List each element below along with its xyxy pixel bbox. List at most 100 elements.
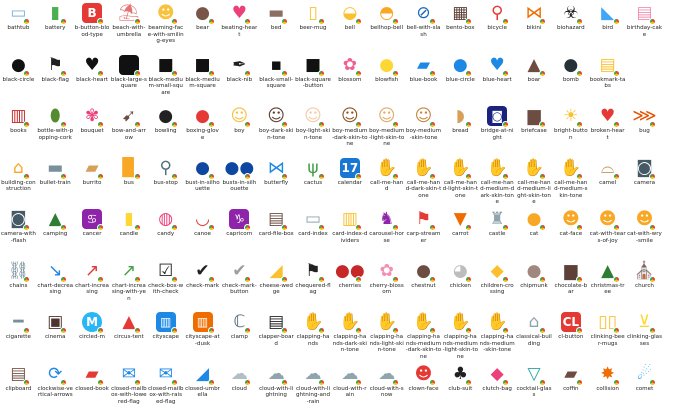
emoji-cell[interactable]: ⟳ clockwise-vertical-arrows [37, 361, 74, 412]
emoji-cell[interactable]: ▤ bookmark-tabs [589, 52, 626, 104]
emoji-cell[interactable]: ✿ blossom [331, 52, 368, 104]
emoji-cell[interactable]: ● cat [516, 206, 553, 258]
emoji-cell[interactable]: ●● cherries [331, 258, 368, 310]
emoji-cell[interactable]: ◓ bellhop-bell [368, 0, 405, 52]
emoji-cell[interactable]: ☁ cloud-with-lightning-and-rain [295, 361, 332, 412]
emoji-cell[interactable]: ☑ check-box-with-check [147, 258, 184, 310]
emoji-cell[interactable]: ◡ canoe [184, 206, 221, 258]
emoji-cell[interactable]: ◒ bell [331, 0, 368, 52]
emoji-cell[interactable]: ● bust-in-silhouette [184, 155, 221, 207]
emoji-cell[interactable]: ■ black-medium-small-square [147, 52, 184, 104]
emoji-cell[interactable]: ✒ black-nib [221, 52, 258, 104]
emoji-cell[interactable]: ✔ check-mark-button [221, 258, 258, 310]
emoji-cell[interactable]: ● bear [184, 0, 221, 52]
emoji-cell[interactable]: ✋ clapping-hands-light-skin-tone [368, 309, 405, 361]
emoji-cell[interactable]: ♞ carousel-horse [368, 206, 405, 258]
emoji-cell[interactable]: ✔ check-mark [184, 258, 221, 310]
emoji-cell[interactable]: ✋ clapping-hands-dark-skin-tone [331, 309, 368, 361]
emoji-cell[interactable]: ▬ bed [258, 0, 295, 52]
emoji-cell[interactable]: ◙ camera [626, 155, 663, 207]
emoji-cell[interactable]: ☺ boy [221, 103, 258, 155]
emoji-cell[interactable]: ⋙ bug [626, 103, 663, 155]
emoji-cell[interactable]: ⚲ bicycle [479, 0, 516, 52]
emoji-cell[interactable]: ☀ bright-button [552, 103, 589, 155]
emoji-cell[interactable]: ● chestnut [405, 258, 442, 310]
emoji-cell[interactable]: ☣ biohazard [552, 0, 589, 52]
emoji-cell[interactable]: ⋈ bikini [516, 0, 553, 52]
emoji-cell[interactable]: ⛪ church [626, 258, 663, 310]
emoji-cell[interactable]: ▤ birthday-cake [626, 0, 663, 52]
emoji-cell[interactable]: ⛓ chains [0, 258, 37, 310]
emoji-cell[interactable]: ▉ bus [110, 155, 147, 207]
emoji-cell[interactable]: ✋ call-me-hand-dark-skin-tone [405, 155, 442, 207]
emoji-cell[interactable]: CL cl-button [552, 309, 589, 361]
emoji-cell[interactable]: ♥ black-heart [74, 52, 111, 104]
emoji-cell[interactable]: ☁ cloud [221, 361, 258, 412]
emoji-cell[interactable]: ✉ closed-mailbox-with-lowered-flag [110, 361, 147, 412]
emoji-cell[interactable]: ▪ black-small-square [258, 52, 295, 104]
emoji-cell[interactable]: ◗ bread [442, 103, 479, 155]
emoji-cell[interactable]: ✋ clapping-hands-medium-dark-skin-tone [405, 309, 442, 361]
emoji-cell[interactable]: ▯▯ clinking-beer-mugs [589, 309, 626, 361]
emoji-cell[interactable]: ✋ clapping-hands [295, 309, 332, 361]
emoji-cell[interactable]: ◙ camera-with-flash [0, 206, 37, 258]
emoji-cell[interactable]: ♜ castle [479, 206, 516, 258]
emoji-cell[interactable]: ▽ cocktail-glass [516, 361, 553, 412]
emoji-cell[interactable]: ♥ beating-heart [221, 0, 258, 52]
emoji-cell[interactable]: ▤ clipboard [0, 361, 37, 412]
emoji-cell[interactable]: ◍ candy [147, 206, 184, 258]
emoji-cell[interactable]: ▲ boar [516, 52, 553, 104]
emoji-cell[interactable]: ↘ chart-decreasing [37, 258, 74, 310]
emoji-cell[interactable]: ✋ call-me-hand-medium-dark-skin-tone [479, 155, 516, 207]
emoji-cell[interactable]: ● blue-circle [442, 52, 479, 104]
emoji-cell[interactable]: ▆ chocolate-bar [552, 258, 589, 310]
emoji-cell[interactable]: ☻ clown-face [405, 361, 442, 412]
emoji-cell[interactable]: ◆ children-crossing [479, 258, 516, 310]
emoji-cell[interactable]: ● chipmunk [516, 258, 553, 310]
emoji-cell[interactable]: ▰ blue-book [405, 52, 442, 104]
emoji-cell[interactable]: ⌂ classical-building [516, 309, 553, 361]
emoji-cell[interactable]: ☻ cat-face [552, 206, 589, 258]
emoji-cell[interactable]: ▯ beer-mug [295, 0, 332, 52]
emoji-cell[interactable]: ⬮ bottle-with-popping-cork [37, 103, 74, 155]
emoji-cell[interactable]: ▬ bullet-train [37, 155, 74, 207]
emoji-cell[interactable]: ● black-circle [0, 52, 37, 104]
emoji-cell[interactable]: ▲ christmas-tree [589, 258, 626, 310]
emoji-cell[interactable]: ☻ cat-with-wry-smile [626, 206, 663, 258]
emoji-cell[interactable]: ▥ card-index-dividers [331, 206, 368, 258]
emoji-cell[interactable]: ⚑ carp-streamer [405, 206, 442, 258]
emoji-cell[interactable]: ☺ boy-medium-dark-skin-tone [331, 103, 368, 155]
emoji-cell[interactable]: ⚑ black-flag [37, 52, 74, 104]
emoji-cell[interactable]: ▥ books [0, 103, 37, 155]
emoji-cell[interactable]: ◢ closed-umbrella [184, 361, 221, 412]
emoji-cell[interactable]: ⚲ bus-stop [147, 155, 184, 207]
emoji-cell[interactable]: ▭ card-index [295, 206, 332, 258]
emoji-cell[interactable]: ● bomb [552, 52, 589, 104]
emoji-cell[interactable]: ⌂ building-construction [0, 155, 37, 207]
emoji-cell[interactable]: ☺ boy-light-skin-tone [295, 103, 332, 155]
emoji-cell[interactable]: ▤ card-file-box [258, 206, 295, 258]
emoji-cell[interactable]: ℂclamp [221, 309, 258, 361]
emoji-cell[interactable]: ■ black-medium-square [184, 52, 221, 104]
emoji-cell[interactable]: ▼ carrot [442, 206, 479, 258]
emoji-cell[interactable]: ● blowfish [368, 52, 405, 104]
emoji-cell[interactable]: ☺ boy-medium-skin-tone [405, 103, 442, 155]
emoji-cell[interactable]: ☁ cloud-with-rain [331, 361, 368, 412]
emoji-cell[interactable]: 17 calendar [331, 155, 368, 207]
emoji-cell[interactable]: ▰ burrito [74, 155, 111, 207]
emoji-cell[interactable]: ◙ bridge-at-night [479, 103, 516, 155]
emoji-cell[interactable]: ▥ cityscape-at-dusk [184, 309, 221, 361]
emoji-cell[interactable]: ▰ closed-book [74, 361, 111, 412]
emoji-cell[interactable]: ⌓ camel [589, 155, 626, 207]
emoji-cell[interactable]: ▮ candle [110, 206, 147, 258]
emoji-cell[interactable]: ▤ clapper-board [258, 309, 295, 361]
emoji-cell[interactable]: ✋ call-me-hand-medium-light-skin-tone [516, 155, 553, 207]
emoji-cell[interactable]: ●● busts-in-silhouette [221, 155, 258, 207]
emoji-cell[interactable]: ☁ cloud-with-snow [368, 361, 405, 412]
emoji-cell[interactable]: ☄ comet [626, 361, 663, 412]
emoji-cell[interactable]: ▦ bento-box [442, 0, 479, 52]
emoji-cell[interactable]: ➹ bow-and-arrow [110, 103, 147, 155]
emoji-cell[interactable]: Bb-button-blood-type [74, 0, 111, 52]
emoji-cell[interactable]: ◣ bird [589, 0, 626, 52]
emoji-cell[interactable]: ✋ clapping-hands-medium-light-skin-tone [442, 309, 479, 361]
